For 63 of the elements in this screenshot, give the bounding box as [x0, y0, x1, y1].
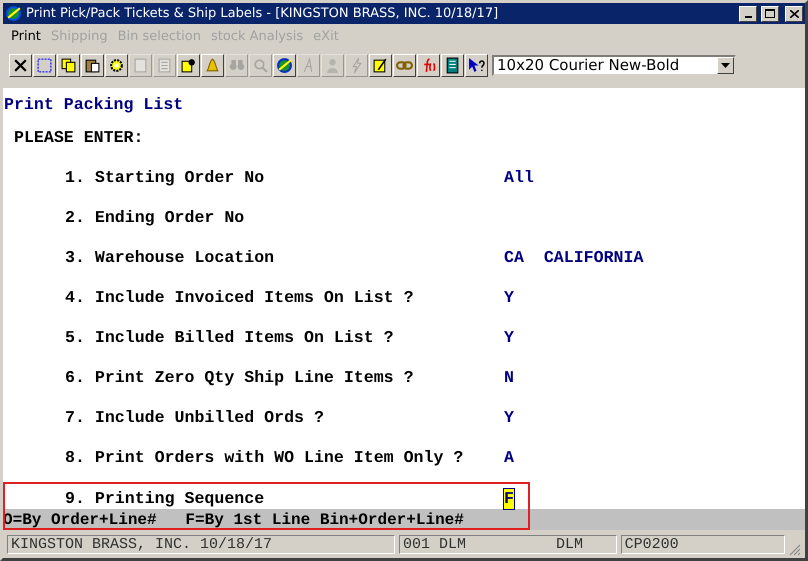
toolbar-button[interactable] — [57, 54, 80, 76]
toolbar-button[interactable] — [417, 54, 440, 76]
maximize-button[interactable] — [761, 6, 779, 22]
menu-item[interactable]: Print — [9, 29, 43, 47]
toolbar-button[interactable] — [105, 54, 128, 76]
toolbar-button[interactable] — [9, 54, 32, 76]
field-label: 3. Warehouse Location — [65, 248, 276, 269]
field-label: 4. Include Invoiced Items On List ? — [65, 288, 415, 309]
toolbar-button[interactable] — [273, 54, 296, 76]
minimize-button[interactable] — [739, 6, 757, 22]
field-value[interactable]: CA CALIFORNIA — [504, 248, 644, 268]
document-icon — [132, 56, 149, 74]
field-value[interactable]: Y — [504, 288, 514, 308]
field-value[interactable]: A — [504, 448, 514, 468]
field-label: 9. Printing Sequence — [65, 489, 266, 509]
toolbar-button[interactable] — [441, 54, 464, 76]
field-label: 5. Include Billed Items On List ? — [65, 328, 395, 349]
toolbar-button[interactable] — [465, 54, 488, 76]
paste-icon — [84, 56, 101, 74]
field-value[interactable]: Y — [504, 408, 514, 428]
close-icon — [790, 10, 798, 18]
list-icon — [156, 56, 173, 74]
font-select[interactable]: 10x20 Courier New-Bold — [492, 54, 736, 76]
globe-icon — [276, 56, 293, 74]
toolbar-button[interactable] — [201, 54, 224, 76]
status-panel: KINGSTON BRASS, INC. 10/18/17 — [7, 535, 396, 554]
gear-icon — [108, 56, 125, 74]
close-icon — [12, 56, 29, 74]
edit-icon — [372, 56, 389, 74]
copy-icon — [60, 56, 77, 74]
caret-icon — [721, 62, 730, 68]
field-value[interactable]: All — [504, 168, 534, 188]
maximize-icon — [765, 9, 775, 18]
field-value[interactable]: N — [504, 368, 514, 388]
status-panel: 001 DLM DLM — [399, 535, 617, 554]
field-label: 8. Print Orders with WO Line Item Only ? — [65, 448, 464, 469]
field-value[interactable]: F — [504, 489, 514, 509]
search-icon — [252, 56, 269, 74]
status-panel: CP0200 — [620, 535, 786, 554]
field-value[interactable]: Y — [504, 328, 514, 348]
help-pointer-icon — [468, 56, 485, 74]
dashed-square-icon — [36, 56, 53, 74]
toolbar-button[interactable] — [81, 54, 104, 76]
field-label: 2. Ending Order No — [65, 208, 246, 229]
field-label: 1. Starting Order No — [65, 168, 266, 189]
toolbar-button[interactable] — [369, 54, 392, 76]
toolbar-button[interactable] — [177, 54, 200, 76]
close-button[interactable] — [785, 6, 803, 22]
dropdown-button[interactable] — [717, 56, 734, 74]
binoculars-icon — [228, 60, 244, 70]
toolbar-button[interactable] — [393, 54, 416, 76]
prompt-text: PLEASE ENTER: — [13, 128, 144, 149]
toolbar-button[interactable] — [33, 54, 56, 76]
minimize-icon — [744, 16, 752, 18]
bell-icon — [204, 56, 221, 74]
app-globe-icon — [5, 5, 22, 22]
window-title: Print Pick/Pack Tickets & Ship Labels - [KINGSTON BRASS, INC. 10/18/17] — [26, 6, 500, 21]
person-icon — [324, 56, 341, 74]
resize-grip-icon — [789, 544, 801, 556]
field-label: 6. Print Zero Qty Ship Line Items ? — [65, 368, 415, 389]
field-label: 7. Include Unbilled Ords ? — [65, 408, 325, 429]
calculator-icon — [444, 56, 461, 74]
form-heading: Print Packing List — [3, 94, 184, 116]
